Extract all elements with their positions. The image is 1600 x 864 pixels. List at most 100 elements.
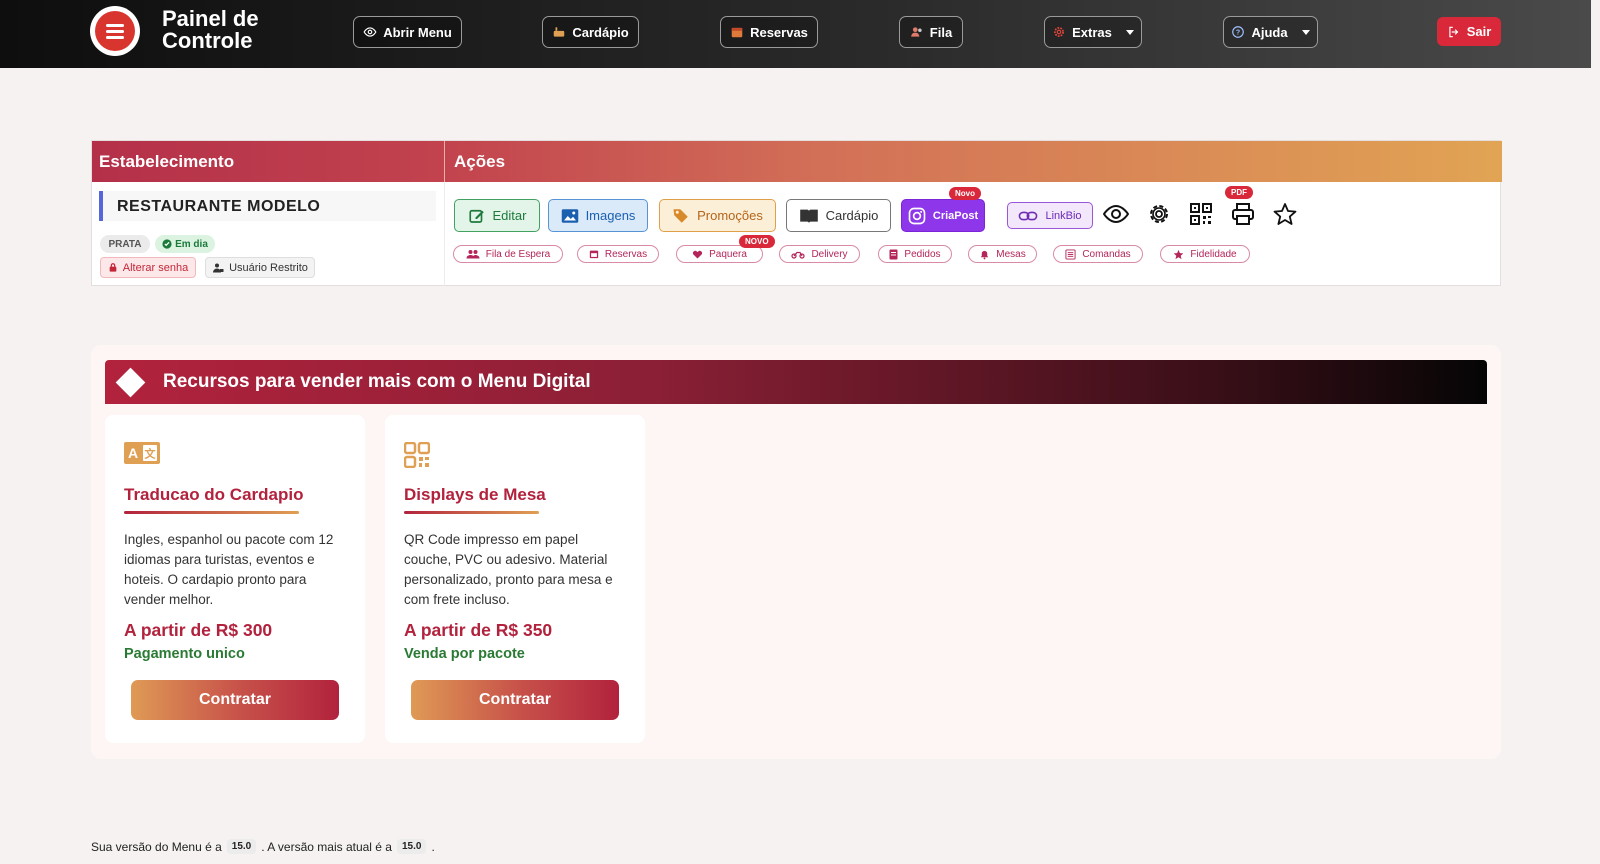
comandas-chip[interactable]: Comandas xyxy=(1053,245,1143,263)
promocoes-button[interactable]: Promoções xyxy=(659,199,776,232)
mesas-label: Mesas xyxy=(996,248,1026,260)
new-badge: NOVO xyxy=(739,235,775,248)
fila-espera-label: Fila de Espera xyxy=(485,248,551,260)
resource-card-translation: A文 Traducao do Cardapio Ingles, espanhol… xyxy=(105,415,365,743)
current-version: 15.0 xyxy=(226,839,257,854)
card-price: A partir de R$ 350 xyxy=(404,620,553,640)
footer-text: . xyxy=(431,839,435,854)
criapost-button[interactable]: CriaPost xyxy=(901,199,985,232)
pdf-badge: PDF xyxy=(1225,186,1253,199)
mesas-chip[interactable]: Mesas xyxy=(968,245,1037,263)
diamond-icon xyxy=(115,367,146,397)
eye-icon xyxy=(363,27,377,37)
svg-text:文: 文 xyxy=(145,447,157,461)
fidelidade-chip[interactable]: Fidelidade xyxy=(1160,245,1250,263)
editar-button[interactable]: Editar xyxy=(454,199,540,232)
new-badge: Novo xyxy=(949,187,981,200)
establishment-panel: Estabelecimento Ações RESTAURANTE MODELO… xyxy=(91,140,1502,287)
qrcode-icon xyxy=(1190,203,1212,225)
star-icon xyxy=(1273,203,1297,225)
card-payment-note: Pagamento unico xyxy=(124,646,245,662)
delivery-chip[interactable]: Delivery xyxy=(779,245,860,263)
card-title-underline xyxy=(404,511,539,514)
logo-icon[interactable] xyxy=(90,6,140,56)
panel-header-establishment: Estabelecimento xyxy=(92,141,444,182)
card-price: A partir de R$ 300 xyxy=(124,620,273,640)
latest-version: 15.0 xyxy=(396,839,427,854)
reservas-nav-button[interactable]: Reservas xyxy=(720,16,818,48)
calendar-icon xyxy=(589,250,599,259)
food-icon xyxy=(554,27,565,37)
card-description: Ingles, espanhol ou pacote com 12 idioma… xyxy=(124,532,334,607)
gear-icon xyxy=(1054,27,1065,37)
status-label: Em dia xyxy=(175,238,208,250)
reservas-nav-label: Reservas xyxy=(750,24,808,40)
favorite-button[interactable] xyxy=(1270,199,1300,229)
list-icon xyxy=(1065,248,1076,260)
tag-icon xyxy=(673,208,688,223)
user-lock-icon xyxy=(213,263,224,272)
brand-line-1: Painel de xyxy=(162,6,259,31)
qrcode-button[interactable] xyxy=(1186,199,1216,229)
eye-icon xyxy=(1103,204,1129,224)
fidelidade-label: Fidelidade xyxy=(1190,248,1237,260)
pedidos-chip[interactable]: Pedidos xyxy=(878,245,952,263)
editar-label: Editar xyxy=(492,208,527,223)
contratar-button[interactable]: Contratar xyxy=(131,680,339,720)
linkbio-button[interactable]: LinkBio xyxy=(1007,202,1093,229)
imagens-label: Imagens xyxy=(585,208,636,223)
paquera-label: Paquera xyxy=(709,248,747,260)
star-icon xyxy=(1174,249,1184,259)
image-icon xyxy=(561,208,578,223)
promocoes-label: Promoções xyxy=(697,208,763,223)
change-password-button[interactable]: Alterar senha xyxy=(100,257,196,278)
criapost-label: CriaPost xyxy=(932,209,979,222)
fila-espera-chip[interactable]: Fila de Espera xyxy=(453,245,563,263)
heart-icon xyxy=(693,250,703,259)
bell-icon xyxy=(981,250,989,259)
plan-badge: PRATA xyxy=(100,235,150,253)
resources-section: Recursos para vender mais com o Menu Dig… xyxy=(91,345,1501,759)
resources-title: Recursos para vender mais com o Menu Dig… xyxy=(163,371,591,392)
link-icon xyxy=(1019,211,1038,220)
card-title: Traducao do Cardapio xyxy=(124,485,304,504)
version-footer: Sua versão do Menu é a 15.0 . A versão m… xyxy=(91,839,435,854)
edit-icon xyxy=(468,209,484,223)
reservas-chip-label: Reservas xyxy=(604,248,648,260)
ajuda-dropdown[interactable]: ? Ajuda xyxy=(1223,16,1318,48)
gear-icon xyxy=(1150,205,1168,223)
footer-text: Sua versão do Menu é a xyxy=(91,839,222,854)
reservas-chip[interactable]: Reservas xyxy=(577,245,659,263)
restricted-user-button[interactable]: Usuário Restrito xyxy=(205,257,315,278)
contratar-button[interactable]: Contratar xyxy=(411,680,619,720)
extras-dropdown[interactable]: Extras xyxy=(1044,16,1142,48)
svg-text:?: ? xyxy=(1236,30,1240,37)
preview-button[interactable] xyxy=(1101,199,1131,229)
pedidos-label: Pedidos xyxy=(904,248,941,260)
calendar-icon xyxy=(731,27,743,38)
fila-nav-label: Fila xyxy=(929,24,953,40)
lock-icon xyxy=(109,263,117,272)
chevron-down-icon xyxy=(1125,29,1134,35)
establishment-name: RESTAURANTE MODELO xyxy=(99,191,436,221)
settings-button[interactable] xyxy=(1144,199,1174,229)
book-icon xyxy=(799,209,818,223)
chevron-down-icon xyxy=(1301,29,1310,35)
sair-button[interactable]: Sair xyxy=(1437,17,1501,46)
panel-header-actions: Ações xyxy=(444,141,1502,182)
card-title: Displays de Mesa xyxy=(404,485,546,504)
imagens-button[interactable]: Imagens xyxy=(548,199,648,232)
check-circle-icon xyxy=(162,239,172,249)
cardapio-nav-button[interactable]: Cardápio xyxy=(542,16,639,48)
svg-text:A: A xyxy=(128,445,138,461)
cardapio-action-label: Cardápio xyxy=(825,208,879,223)
motorcycle-icon xyxy=(791,251,806,259)
fila-nav-button[interactable]: Fila xyxy=(899,16,963,48)
print-button[interactable] xyxy=(1228,199,1258,229)
linkbio-label: LinkBio xyxy=(1045,209,1082,222)
instagram-icon xyxy=(908,207,926,224)
resource-card-displays: Displays de Mesa QR Code impresso em pap… xyxy=(385,415,645,743)
footer-text: . A versão mais atual é a xyxy=(261,839,392,854)
abrir-menu-button[interactable]: Abrir Menu xyxy=(353,16,462,48)
cardapio-action-button[interactable]: Cardápio xyxy=(786,199,891,232)
